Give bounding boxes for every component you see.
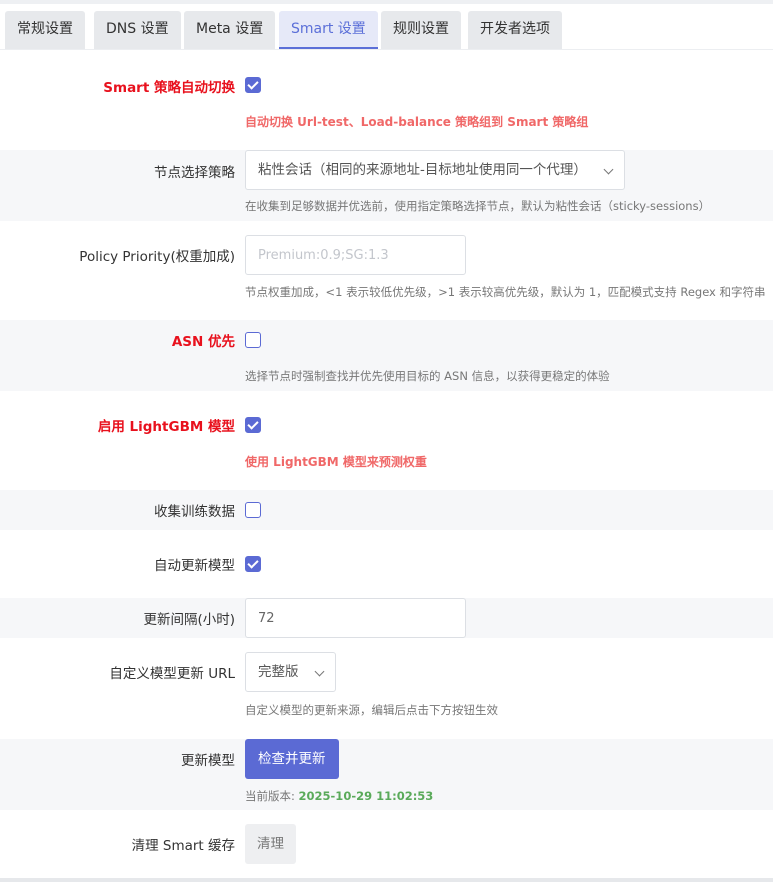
asn-priority-checkbox[interactable] xyxy=(245,332,261,348)
check-update-button[interactable]: 检查并更新 xyxy=(245,739,339,779)
tab-rules[interactable]: 规则设置 xyxy=(381,11,461,49)
asn-priority-description: 选择节点时强制查找并优先使用目标的 ASN 信息，以获得更稳定的体验 xyxy=(245,369,610,383)
tab-smart[interactable]: Smart 设置 xyxy=(279,11,378,49)
version-prefix: 当前版本: xyxy=(245,789,299,803)
node-strategy-label: 节点选择策略 xyxy=(154,165,235,181)
version-value: 2025-10-29 11:02:53 xyxy=(298,789,434,803)
custom-model-url-select[interactable]: 完整版 xyxy=(245,652,336,692)
collect-training-checkbox[interactable] xyxy=(245,502,261,518)
smart-auto-switch-row: Smart 策略自动切换 自动切换 Url-test、Load-balance … xyxy=(0,51,773,150)
lightgbm-row: 启用 LightGBM 模型 使用 LightGBM 模型来预测权重 xyxy=(0,391,773,490)
asn-priority-label: ASN 优先 xyxy=(171,334,235,350)
tab-developer[interactable]: 开发者选项 xyxy=(468,11,562,49)
auto-update-checkbox[interactable] xyxy=(245,556,261,572)
smart-auto-switch-checkbox[interactable] xyxy=(245,77,261,93)
smart-auto-switch-description: 自动切换 Url-test、Load-balance 策略组到 Smart 策略… xyxy=(245,115,589,129)
update-interval-input[interactable] xyxy=(245,598,466,638)
update-interval-row: 更新间隔(小时) xyxy=(0,598,773,638)
policy-priority-row: Policy Priority(权重加成) 节点权重加成，<1 表示较低优先级，… xyxy=(0,221,773,320)
current-version-text: 当前版本: 2025-10-29 11:02:53 xyxy=(245,788,433,804)
collect-training-label: 收集训练数据 xyxy=(154,504,235,520)
update-model-label: 更新模型 xyxy=(181,753,235,769)
tab-dns[interactable]: DNS 设置 xyxy=(94,11,181,49)
policy-priority-input[interactable] xyxy=(245,235,466,275)
custom-model-url-row: 自定义模型更新 URL 完整版 自定义模型的更新来源，编辑后点击下方按钮生效 xyxy=(0,638,773,739)
node-strategy-value: 粘性会话（相同的来源地址-目标地址使用同一个代理） xyxy=(258,162,587,178)
chevron-down-icon xyxy=(314,666,325,677)
asn-priority-row: ASN 优先 选择节点时强制查找并优先使用目标的 ASN 信息，以获得更稳定的体… xyxy=(0,320,773,391)
clear-cache-row: 清理 Smart 缓存 清理 xyxy=(0,810,773,878)
tab-general[interactable]: 常规设置 xyxy=(5,11,85,49)
smart-auto-switch-label: Smart 策略自动切换 xyxy=(103,80,235,96)
custom-model-url-value: 完整版 xyxy=(258,664,299,680)
collect-training-row: 收集训练数据 xyxy=(0,490,773,530)
clear-cache-label: 清理 Smart 缓存 xyxy=(131,838,235,854)
chevron-down-icon xyxy=(603,164,614,175)
custom-model-url-description: 自定义模型的更新来源，编辑后点击下方按钮生效 xyxy=(245,703,498,717)
update-interval-label: 更新间隔(小时) xyxy=(143,612,235,628)
auto-update-label: 自动更新模型 xyxy=(154,558,235,574)
node-strategy-description: 在收集到足够数据并优选前，使用指定策略选择节点，默认为粘性会话（sticky-s… xyxy=(245,199,711,213)
custom-model-url-label: 自定义模型更新 URL xyxy=(109,666,235,682)
node-strategy-select[interactable]: 粘性会话（相同的来源地址-目标地址使用同一个代理） xyxy=(245,150,625,190)
auto-update-row: 自动更新模型 xyxy=(0,530,773,598)
lightgbm-label: 启用 LightGBM 模型 xyxy=(97,419,235,435)
lightgbm-checkbox[interactable] xyxy=(245,417,261,433)
policy-priority-label: Policy Priority(权重加成) xyxy=(79,249,235,265)
lightgbm-description: 使用 LightGBM 模型来预测权重 xyxy=(245,455,427,469)
tab-bar: 常规设置 DNS 设置 Meta 设置 Smart 设置 规则设置 开发者选项 xyxy=(0,4,773,50)
update-model-row: 更新模型 检查并更新 当前版本: 2025-10-29 11:02:53 xyxy=(0,739,773,810)
clear-cache-button[interactable]: 清理 xyxy=(245,824,296,864)
tab-meta[interactable]: Meta 设置 xyxy=(184,11,276,49)
bottom-border xyxy=(0,878,773,882)
node-strategy-row: 节点选择策略 粘性会话（相同的来源地址-目标地址使用同一个代理） 在收集到足够数… xyxy=(0,150,773,221)
policy-priority-description: 节点权重加成，<1 表示较低优先级，>1 表示较高优先级，默认为 1，匹配模式支… xyxy=(245,285,766,299)
